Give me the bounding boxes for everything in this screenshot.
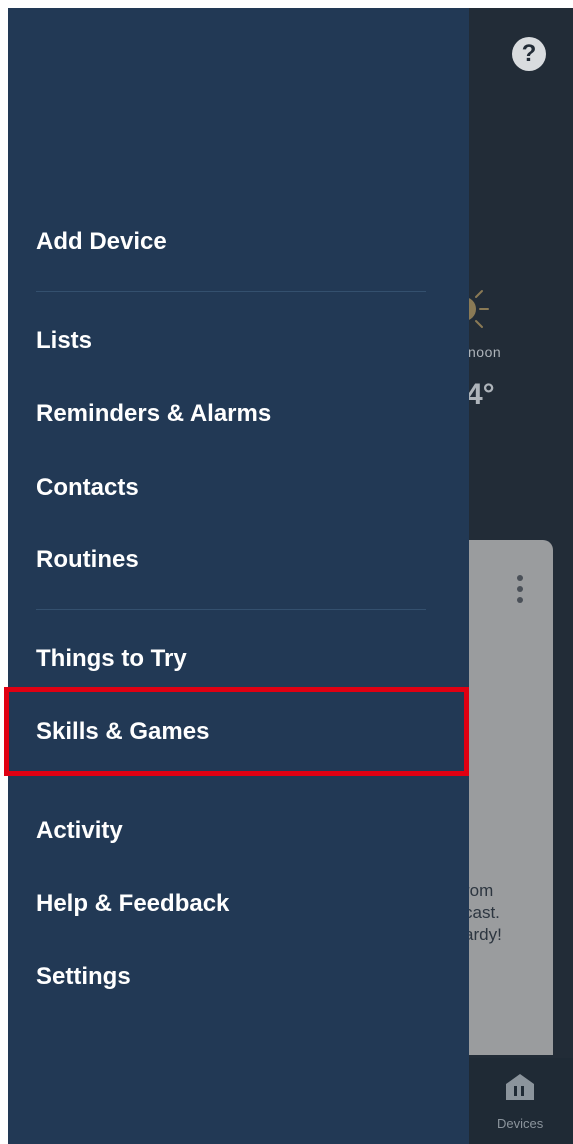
menu-item-things-to-try[interactable]: Things to Try (36, 645, 187, 673)
menu-divider (36, 291, 426, 292)
help-icon[interactable]: ? (512, 37, 546, 71)
menu-item-reminders-alarms[interactable]: Reminders & Alarms (36, 400, 271, 428)
weather-time-label: noon (468, 344, 502, 360)
menu-item-activity[interactable]: Activity (36, 817, 123, 845)
weather-temperature: 4° (466, 378, 495, 411)
menu-item-lists[interactable]: Lists (36, 327, 92, 355)
more-options-icon[interactable] (515, 575, 525, 609)
card-text-line: rom (464, 881, 494, 900)
menu-item-skills-games[interactable]: Skills & Games (36, 718, 209, 746)
menu-item-contacts[interactable]: Contacts (36, 474, 139, 502)
menu-item-add-device[interactable]: Add Device (36, 228, 167, 256)
menu-item-settings[interactable]: Settings (36, 963, 131, 991)
menu-item-routines[interactable]: Routines (36, 546, 139, 574)
devices-icon[interactable] (504, 1072, 536, 1102)
menu-item-help-feedback[interactable]: Help & Feedback (36, 890, 229, 918)
card-text: rom cast. ardy! (464, 880, 554, 946)
card-text-line: ardy! (464, 925, 502, 944)
card-text-line: cast. (464, 903, 500, 922)
menu-divider (36, 609, 426, 610)
devices-tab-label[interactable]: Devices (497, 1116, 543, 1131)
